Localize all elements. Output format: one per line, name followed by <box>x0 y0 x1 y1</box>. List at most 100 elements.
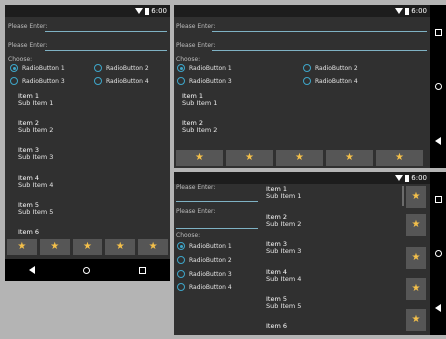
star-button-1[interactable]: ★ <box>7 239 37 255</box>
radio-button-2[interactable]: RadioButton 2 <box>94 64 149 72</box>
star-icon: ★ <box>17 241 27 252</box>
radio-button-1[interactable]: RadioButton 1 <box>177 64 232 72</box>
status-bar: 6:00 <box>5 5 170 17</box>
recent-apps-icon[interactable] <box>434 28 442 36</box>
star-icon: ★ <box>50 241 60 252</box>
landscape-screen-top: 6:00 Please Enter: Please Enter: Choose:… <box>174 5 446 168</box>
list-item[interactable]: Item 6 <box>266 323 287 330</box>
radio-button-4[interactable]: RadioButton 4 <box>94 77 149 85</box>
navigation-bar <box>430 5 446 168</box>
star-button-4[interactable]: ★ <box>406 278 426 300</box>
star-button-5[interactable]: ★ <box>376 150 423 166</box>
back-icon[interactable] <box>435 303 441 312</box>
text-input-1[interactable] <box>212 31 427 32</box>
radio-icon <box>303 64 311 72</box>
star-button-5[interactable]: ★ <box>138 239 168 255</box>
star-icon: ★ <box>115 241 125 252</box>
radio-button-4[interactable]: RadioButton 4 <box>303 77 358 85</box>
status-bar: 6:00 <box>174 172 430 184</box>
list-item[interactable]: Item 3 Sub Item 3 <box>18 147 53 161</box>
star-button-5[interactable]: ★ <box>406 309 426 331</box>
list-item[interactable]: Item 1 Sub Item 1 <box>18 93 53 107</box>
status-time: 6:00 <box>151 7 167 15</box>
choose-label: Choose: <box>176 56 201 63</box>
landscape-screen-bottom: 6:00 Please Enter: Please Enter: Choose:… <box>174 172 446 335</box>
list-item[interactable]: Item 4 Sub Item 4 <box>266 269 301 283</box>
star-button-2[interactable]: ★ <box>226 150 273 166</box>
portrait-screen: 6:00 Please Enter: Please Enter: Choose:… <box>5 5 170 281</box>
prompt-label: Please Enter: <box>8 23 48 30</box>
radio-checked-icon <box>177 242 185 250</box>
star-icon: ★ <box>411 252 421 263</box>
star-icon: ★ <box>245 152 254 163</box>
text-input-2[interactable] <box>212 50 427 51</box>
home-icon[interactable] <box>83 266 91 274</box>
list-item[interactable]: Item 5 Sub Item 5 <box>266 296 301 310</box>
star-button-bar: ★ ★ ★ ★ ★ <box>176 150 426 166</box>
radio-button-2[interactable]: RadioButton 2 <box>303 64 358 72</box>
back-icon[interactable] <box>435 136 441 145</box>
star-button-3[interactable]: ★ <box>276 150 323 166</box>
star-icon: ★ <box>411 191 421 202</box>
text-input-1[interactable] <box>45 31 167 32</box>
back-icon[interactable] <box>29 266 36 274</box>
radio-icon <box>177 283 185 291</box>
star-button-bar: ★ ★ ★ ★ ★ <box>7 239 168 255</box>
radio-button-3[interactable]: RadioButton 3 <box>177 77 232 85</box>
prompt-label: Please Enter: <box>176 42 216 49</box>
list-item[interactable]: Item 4 Sub Item 4 <box>18 175 53 189</box>
star-icon: ★ <box>411 283 421 294</box>
prompt-label: Please Enter: <box>176 208 216 215</box>
wifi-icon <box>135 8 144 14</box>
radio-icon <box>10 77 18 85</box>
battery-icon <box>405 174 410 182</box>
list-item[interactable]: Item 2 Sub Item 2 <box>18 120 53 134</box>
radio-button-2[interactable]: RadioButton 2 <box>177 256 232 264</box>
radio-button-1[interactable]: RadioButton 1 <box>10 64 65 72</box>
choose-label: Choose: <box>176 232 201 239</box>
prompt-label: Please Enter: <box>8 42 48 49</box>
scrollbar[interactable] <box>402 186 404 206</box>
list-item[interactable]: Item 3 Sub Item 3 <box>266 241 301 255</box>
radio-button-4[interactable]: RadioButton 4 <box>177 283 232 291</box>
star-button-3[interactable]: ★ <box>72 239 103 255</box>
prompt-label: Please Enter: <box>176 23 216 30</box>
star-button-1[interactable]: ★ <box>406 186 426 208</box>
star-button-3[interactable]: ★ <box>406 247 426 269</box>
list-item[interactable]: Item 2 Sub Item 2 <box>182 120 217 134</box>
list-item[interactable]: Item 6 <box>18 229 39 236</box>
radio-icon <box>303 77 311 85</box>
home-icon[interactable] <box>434 82 442 90</box>
text-input-2[interactable] <box>45 50 167 51</box>
radio-icon <box>177 270 185 278</box>
star-button-2[interactable]: ★ <box>406 214 426 236</box>
list-item[interactable]: Item 2 Sub Item 2 <box>266 214 301 228</box>
star-button-1[interactable]: ★ <box>176 150 223 166</box>
star-icon: ★ <box>345 152 354 163</box>
radio-button-1[interactable]: RadioButton 1 <box>177 242 232 250</box>
list-item[interactable]: Item 5 Sub Item 5 <box>18 202 53 216</box>
status-time: 6:00 <box>411 7 427 15</box>
recent-apps-icon[interactable] <box>434 195 442 203</box>
navigation-bar <box>5 259 170 281</box>
battery-icon <box>405 7 410 15</box>
star-icon: ★ <box>411 219 421 230</box>
radio-checked-icon <box>10 64 18 72</box>
star-button-2[interactable]: ★ <box>39 239 70 255</box>
home-icon[interactable] <box>434 249 442 257</box>
star-button-4[interactable]: ★ <box>326 150 373 166</box>
list-item[interactable]: Item 1 Sub Item 1 <box>182 93 217 107</box>
navigation-bar <box>430 172 446 335</box>
list-item[interactable]: Item 1 Sub Item 1 <box>266 186 301 200</box>
text-input-2[interactable] <box>176 228 258 229</box>
star-icon: ★ <box>83 241 92 252</box>
radio-button-3[interactable]: RadioButton 3 <box>10 77 65 85</box>
radio-button-3[interactable]: RadioButton 3 <box>177 270 232 278</box>
prompt-label: Please Enter: <box>176 184 216 191</box>
recent-apps-icon[interactable] <box>138 266 146 274</box>
star-icon: ★ <box>295 152 304 163</box>
status-bar: 6:00 <box>174 5 430 17</box>
star-button-4[interactable]: ★ <box>105 239 136 255</box>
text-input-1[interactable] <box>176 201 258 202</box>
battery-icon <box>145 7 150 15</box>
